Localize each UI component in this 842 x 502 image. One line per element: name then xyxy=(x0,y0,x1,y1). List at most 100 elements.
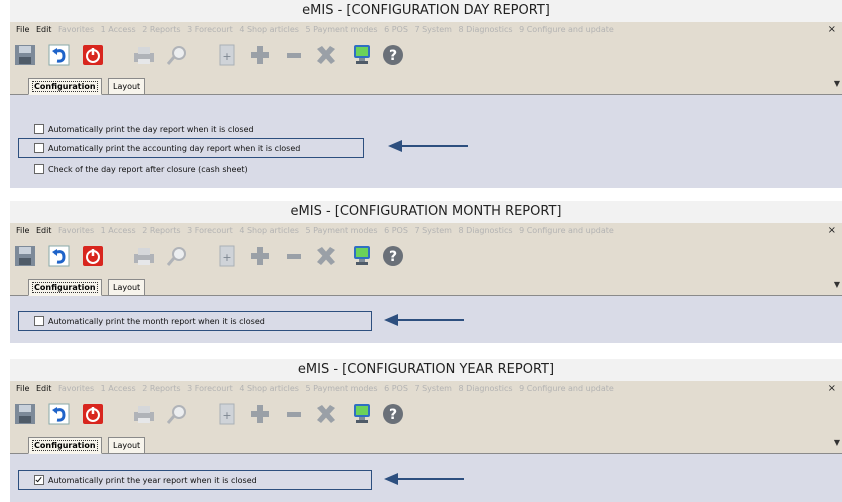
tab-configuration-label: Configuration xyxy=(32,282,98,293)
menu-diagnostics[interactable]: 8 Diagnostics xyxy=(458,25,512,34)
undo-icon[interactable] xyxy=(47,43,71,67)
undo-icon[interactable] xyxy=(47,244,71,268)
close-window-button[interactable]: × xyxy=(828,381,836,397)
option-label: Automatically print the month report whe… xyxy=(48,316,265,326)
menu-configure-update[interactable]: 9 Configure and update xyxy=(519,384,614,393)
option-row[interactable]: Automatically print the day report when … xyxy=(34,124,254,134)
tab-layout-label: Layout xyxy=(113,441,141,450)
close-window-button[interactable]: × xyxy=(828,22,836,38)
menu-edit[interactable]: Edit xyxy=(36,384,52,393)
undo-icon[interactable] xyxy=(47,402,71,426)
chevron-down-icon[interactable]: ▼ xyxy=(834,280,840,289)
menu-payment-modes[interactable]: 5 Payment modes xyxy=(305,384,377,393)
menu-access[interactable]: 1 Access xyxy=(101,226,136,235)
tab-layout[interactable]: Layout xyxy=(108,279,146,296)
menu-forecourt[interactable]: 3 Forecourt xyxy=(187,25,233,34)
tab-configuration-label: Configuration xyxy=(32,81,98,92)
menu-reports[interactable]: 2 Reports xyxy=(142,25,180,34)
menu-shop-articles[interactable]: 4 Shop articles xyxy=(239,384,299,393)
menu-diagnostics[interactable]: 8 Diagnostics xyxy=(458,384,512,393)
print-icon[interactable] xyxy=(132,402,156,426)
new-document-icon[interactable]: + xyxy=(215,244,239,268)
computer-icon[interactable] xyxy=(350,402,374,426)
power-icon[interactable] xyxy=(81,43,105,67)
search-icon[interactable] xyxy=(165,43,189,67)
computer-icon[interactable] xyxy=(350,43,374,67)
power-icon[interactable] xyxy=(81,402,105,426)
menu-file[interactable]: File xyxy=(16,226,29,235)
menu-payment-modes[interactable]: 5 Payment modes xyxy=(305,226,377,235)
arrow-icon xyxy=(384,473,464,485)
checkbox[interactable] xyxy=(34,164,44,174)
print-icon[interactable] xyxy=(132,244,156,268)
tab-layout[interactable]: Layout xyxy=(108,437,146,454)
help-icon[interactable]: ? xyxy=(381,43,405,67)
menu-pos[interactable]: 6 POS xyxy=(384,25,408,34)
checkbox[interactable] xyxy=(34,124,44,134)
menu-reports[interactable]: 2 Reports xyxy=(142,226,180,235)
help-icon[interactable]: ? xyxy=(381,244,405,268)
menu-configure-update[interactable]: 9 Configure and update xyxy=(519,226,614,235)
menu-shop-articles[interactable]: 4 Shop articles xyxy=(239,226,299,235)
menu-configure-update[interactable]: 9 Configure and update xyxy=(519,25,614,34)
menu-system[interactable]: 7 System xyxy=(414,25,451,34)
arrow-icon xyxy=(388,140,468,152)
tab-layout[interactable]: Layout xyxy=(108,78,146,95)
menu-file[interactable]: File xyxy=(16,384,29,393)
add-icon[interactable] xyxy=(248,244,272,268)
menu-access[interactable]: 1 Access xyxy=(101,25,136,34)
menu-system[interactable]: 7 System xyxy=(414,384,451,393)
option-row[interactable]: Automatically print the month report whe… xyxy=(34,316,265,326)
menu-access[interactable]: 1 Access xyxy=(101,384,136,393)
tab-configuration[interactable]: Configuration xyxy=(28,437,102,454)
option-row[interactable]: Check of the day report after closure (c… xyxy=(34,164,248,174)
remove-icon[interactable] xyxy=(282,402,306,426)
option-row[interactable]: Automatically print the year report when… xyxy=(34,475,257,485)
menu-forecourt[interactable]: 3 Forecourt xyxy=(187,384,233,393)
help-icon[interactable]: ? xyxy=(381,402,405,426)
power-icon[interactable] xyxy=(81,244,105,268)
search-icon[interactable] xyxy=(165,244,189,268)
menu-system[interactable]: 7 System xyxy=(414,226,451,235)
menu-reports[interactable]: 2 Reports xyxy=(142,384,180,393)
remove-icon[interactable] xyxy=(282,43,306,67)
chevron-down-icon[interactable]: ▼ xyxy=(834,438,840,447)
option-row[interactable]: Automatically print the accounting day r… xyxy=(34,143,300,153)
computer-icon[interactable] xyxy=(350,244,374,268)
tab-configuration[interactable]: Configuration xyxy=(28,279,102,296)
checkbox[interactable] xyxy=(34,316,44,326)
menu-pos[interactable]: 6 POS xyxy=(384,226,408,235)
search-icon[interactable] xyxy=(165,402,189,426)
menu-diagnostics[interactable]: 8 Diagnostics xyxy=(458,226,512,235)
add-icon[interactable] xyxy=(248,43,272,67)
delete-icon[interactable] xyxy=(314,43,338,67)
checkbox[interactable] xyxy=(34,143,44,153)
menu-favorites[interactable]: Favorites xyxy=(58,25,94,34)
save-icon[interactable] xyxy=(13,244,37,268)
menu-bar: File Edit Favorites 1 Access 2 Reports 3… xyxy=(10,381,842,397)
chevron-down-icon[interactable]: ▼ xyxy=(834,79,840,88)
menu-edit[interactable]: Edit xyxy=(36,226,52,235)
print-icon[interactable] xyxy=(132,43,156,67)
delete-icon[interactable] xyxy=(314,402,338,426)
svg-text:+: + xyxy=(222,50,231,63)
remove-icon[interactable] xyxy=(282,244,306,268)
menu-shop-articles[interactable]: 4 Shop articles xyxy=(239,25,299,34)
menu-payment-modes[interactable]: 5 Payment modes xyxy=(305,25,377,34)
menu-favorites[interactable]: Favorites xyxy=(58,384,94,393)
close-window-button[interactable]: × xyxy=(828,223,836,239)
tab-configuration[interactable]: Configuration xyxy=(28,78,102,95)
save-icon[interactable] xyxy=(13,43,37,67)
checkbox-checked[interactable] xyxy=(34,475,44,485)
menu-edit[interactable]: Edit xyxy=(36,25,52,34)
new-document-icon[interactable]: + xyxy=(215,43,239,67)
new-document-icon[interactable]: + xyxy=(215,402,239,426)
menu-pos[interactable]: 6 POS xyxy=(384,384,408,393)
save-icon[interactable] xyxy=(13,402,37,426)
menu-file[interactable]: File xyxy=(16,25,29,34)
menu-favorites[interactable]: Favorites xyxy=(58,226,94,235)
delete-icon[interactable] xyxy=(314,244,338,268)
menu-forecourt[interactable]: 3 Forecourt xyxy=(187,226,233,235)
add-icon[interactable] xyxy=(248,402,272,426)
window-title: eMIS - [CONFIGURATION MONTH REPORT] xyxy=(10,201,842,223)
